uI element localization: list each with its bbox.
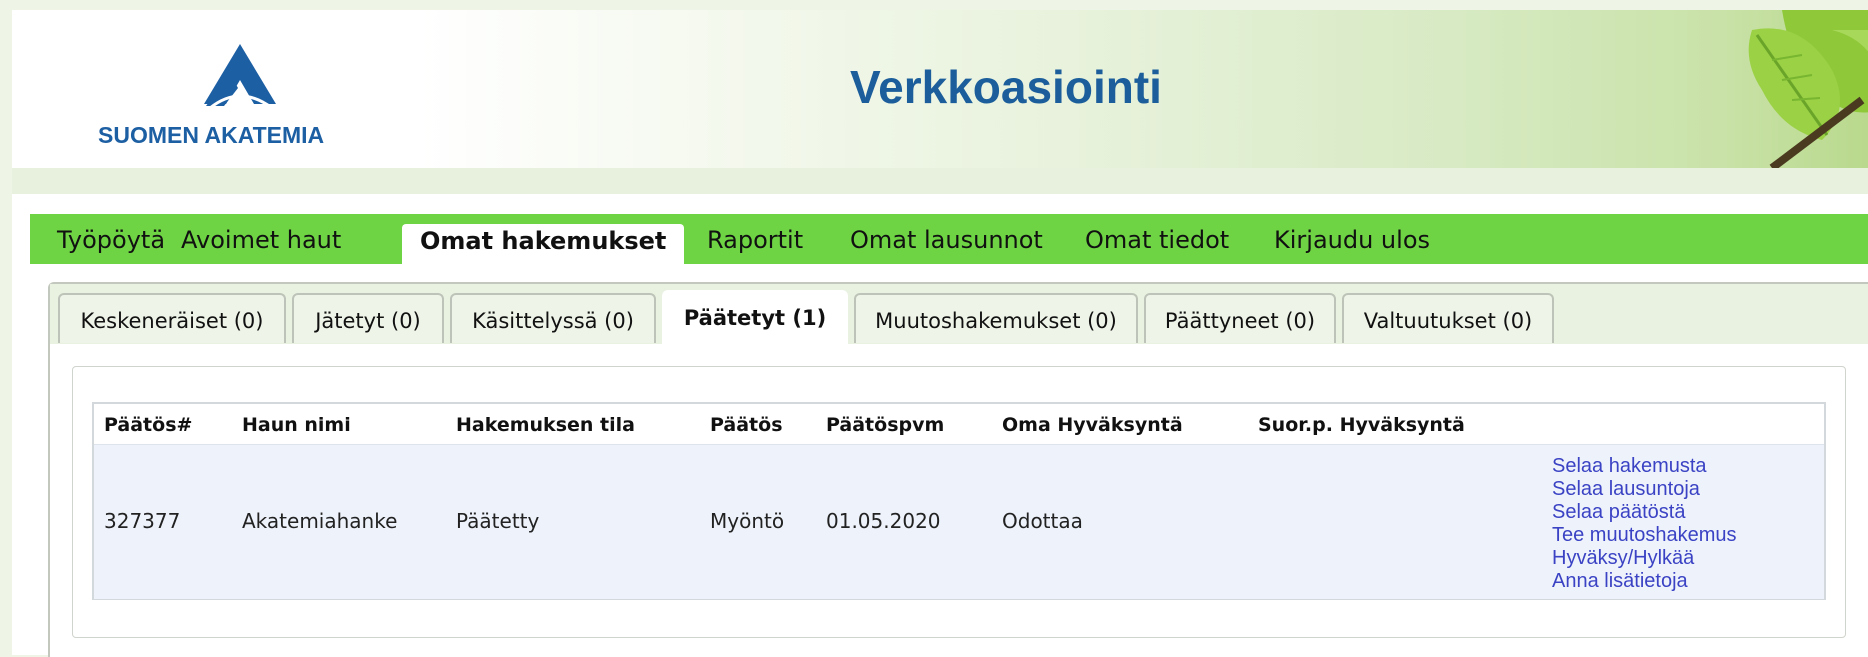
link-tee-muutoshakemus[interactable]: Tee muutoshakemus — [1552, 524, 1737, 547]
tab-paattyneet[interactable]: Päättyneet (0) — [1144, 293, 1336, 343]
cell-hakemuksen-tila: Päätetty — [456, 509, 540, 533]
nav-kirjaudu-ulos[interactable]: Kirjaudu ulos — [1274, 214, 1430, 264]
tab-keskeneraiset[interactable]: Keskeneräiset (0) — [58, 293, 286, 343]
table-row: 327377 Akatemiahanke Päätetty Myöntö 01.… — [94, 444, 1824, 599]
tab-kasittelyssa[interactable]: Käsittelyssä (0) — [450, 293, 656, 343]
main-navigation: Työpöytä Avoimet haut Omat hakemukset Ra… — [30, 214, 1868, 264]
row-actions: Selaa hakemusta Selaa lausuntoja Selaa p… — [1552, 455, 1737, 593]
col-paatospvm[interactable]: Päätöspvm — [826, 404, 944, 444]
nav-omat-lausunnot[interactable]: Omat lausunnot — [850, 214, 1043, 264]
cell-paatospvm: 01.05.2020 — [826, 509, 941, 533]
cell-oma-hyvaksynta: Odottaa — [1002, 509, 1083, 533]
nav-omat-tiedot[interactable]: Omat tiedot — [1085, 214, 1229, 264]
nav-raportit[interactable]: Raportit — [707, 214, 803, 264]
col-paatos[interactable]: Päätös — [710, 404, 783, 444]
nav-avoimet-haut[interactable]: Avoimet haut — [181, 214, 341, 264]
nav-omat-hakemukset[interactable]: Omat hakemukset — [402, 224, 685, 264]
col-haun-nimi[interactable]: Haun nimi — [242, 404, 351, 444]
tab-jatetyt[interactable]: Jätetyt (0) — [292, 293, 444, 343]
header-banner: SUOMEN AKATEMIA Verkkoasiointi — [12, 10, 1868, 168]
cell-paatos: Myöntö — [710, 509, 785, 533]
link-selaa-lausuntoja[interactable]: Selaa lausuntoja — [1552, 478, 1737, 501]
tab-muutoshakemukset[interactable]: Muutoshakemukset (0) — [854, 293, 1138, 343]
logo-text: SUOMEN AKATEMIA — [98, 122, 325, 148]
tab-valtuutukset[interactable]: Valtuutukset (0) — [1342, 293, 1554, 343]
col-hakemuksen-tila[interactable]: Hakemuksen tila — [456, 404, 635, 444]
cell-paatos-nro: 327377 — [104, 509, 181, 533]
app-title: Verkkoasiointi — [850, 61, 1162, 113]
link-selaa-hakemusta[interactable]: Selaa hakemusta — [1552, 455, 1737, 478]
suomen-akatemia-logo[interactable]: SUOMEN AKATEMIA — [98, 44, 378, 154]
tab-paatetyt[interactable]: Päätetyt (1) — [662, 290, 848, 345]
link-selaa-paatosta[interactable]: Selaa päätöstä — [1552, 501, 1737, 524]
link-hyvaksy-hylkaa[interactable]: Hyväksy/Hylkää — [1552, 547, 1737, 570]
cell-haun-nimi: Akatemiahanke — [242, 509, 398, 533]
col-suorp-hyvaksynta[interactable]: Suor.p. Hyväksyntä — [1258, 404, 1465, 444]
logo-triangle-icon — [204, 44, 276, 110]
leaves-decoration-icon — [1748, 10, 1868, 168]
link-anna-lisatietoja[interactable]: Anna lisätietoja — [1552, 570, 1737, 593]
col-oma-hyvaksynta[interactable]: Oma Hyväksyntä — [1002, 404, 1183, 444]
col-paatos-nro[interactable]: Päätös# — [104, 404, 192, 444]
nav-tyopoyta[interactable]: Työpöytä — [57, 214, 165, 264]
decisions-table: Päätös# Haun nimi Hakemuksen tila Päätös… — [92, 402, 1826, 600]
header-separator — [12, 168, 1868, 194]
table-header: Päätös# Haun nimi Hakemuksen tila Päätös… — [94, 404, 1824, 444]
